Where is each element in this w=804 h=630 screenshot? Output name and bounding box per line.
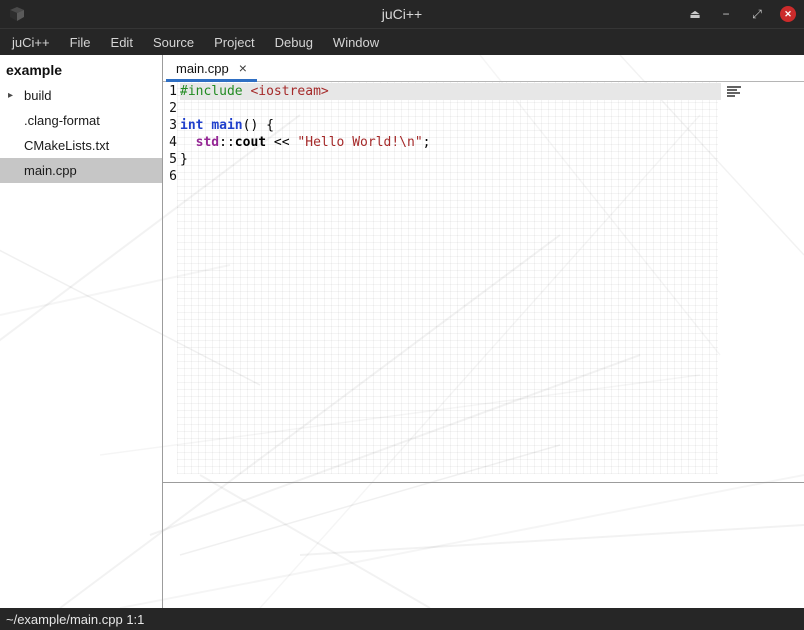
tree-item-label: CMakeLists.txt [24,138,109,153]
line-text[interactable] [180,168,721,185]
tree-item-clang-format[interactable]: .clang-format [0,108,162,133]
line-number: 6 [163,168,180,185]
menu-item-debug[interactable]: Debug [265,29,323,55]
code-line: 2 [163,100,804,117]
tree-item-label: build [24,88,51,103]
tree-items: ▸ build .clang-format CMakeLists.txt main.cp… [0,83,162,183]
content-area: example ▸ build .clang-format CMakeLists.tx… [0,55,804,608]
code-line: 3int main() { [163,117,804,134]
tree-item-main-cpp[interactable]: main.cpp [0,158,162,183]
main-pane: main.cpp × 1#include <iostream>23int main… [163,55,804,608]
code-line: 6 [163,168,804,185]
menu-item-juci[interactable]: juCi++ [2,29,60,55]
app-icon [8,6,26,22]
line-number: 2 [163,100,180,117]
menu-item-file[interactable]: File [60,29,101,55]
line-text[interactable]: #include <iostream> [180,83,721,100]
code-line: 1#include <iostream> [163,83,804,100]
tree-item-label: .clang-format [24,113,100,128]
line-number: 4 [163,134,180,151]
expander-icon[interactable]: ▸ [8,90,13,101]
code-lines: 1#include <iostream>23int main() {4 std:… [163,82,804,185]
tree-item-cmakelists-txt[interactable]: CMakeLists.txt [0,133,162,158]
line-number: 3 [163,117,180,134]
terminal-panel[interactable] [163,482,804,608]
code-line: 4 std::cout << "Hello World!\n"; [163,134,804,151]
tree-item-build[interactable]: ▸ build [0,83,162,108]
tab-main-cpp[interactable]: main.cpp × [166,55,257,81]
line-text[interactable]: std::cout << "Hello World!\n"; [180,134,721,151]
line-number: 1 [163,83,180,100]
status-path: ~/example/main.cpp 1:1 [6,612,144,627]
code-editor[interactable]: 1#include <iostream>23int main() {4 std:… [163,82,804,482]
minimize-button[interactable]: − [718,6,734,22]
line-number: 5 [163,151,180,168]
code-line: 5} [163,151,804,168]
menu-item-window[interactable]: Window [323,29,389,55]
tree-item-label: main.cpp [24,163,77,178]
title-bar: juCi++ ⏏−⤢ ✕ [0,0,804,28]
file-tree: example ▸ build .clang-format CMakeLists.tx… [0,55,163,608]
restore-button[interactable]: ⤢ [749,6,765,22]
status-bar: ~/example/main.cpp 1:1 [0,608,804,630]
window-title: juCi++ [0,6,804,22]
app-window: juCi++ ⏏−⤢✕ juCi++FileEditSourceProjectD… [0,0,804,630]
line-text[interactable]: int main() { [180,117,721,134]
line-text[interactable]: } [180,151,721,168]
keep-above-button[interactable]: ⏏ [687,6,703,22]
line-text[interactable] [180,100,721,117]
menu-item-project[interactable]: Project [204,29,264,55]
tab-label: main.cpp [176,61,229,76]
tab-close-icon[interactable]: × [239,60,247,76]
tree-root-example[interactable]: example [0,55,162,83]
menu-item-source[interactable]: Source [143,29,204,55]
tab-bar: main.cpp × [163,55,804,82]
menu-item-edit[interactable]: Edit [101,29,143,55]
window-controls: ⏏−⤢ ✕ [687,6,796,22]
close-button[interactable]: ✕ [780,6,796,22]
menu-bar: juCi++FileEditSourceProjectDebugWindow [0,28,804,55]
